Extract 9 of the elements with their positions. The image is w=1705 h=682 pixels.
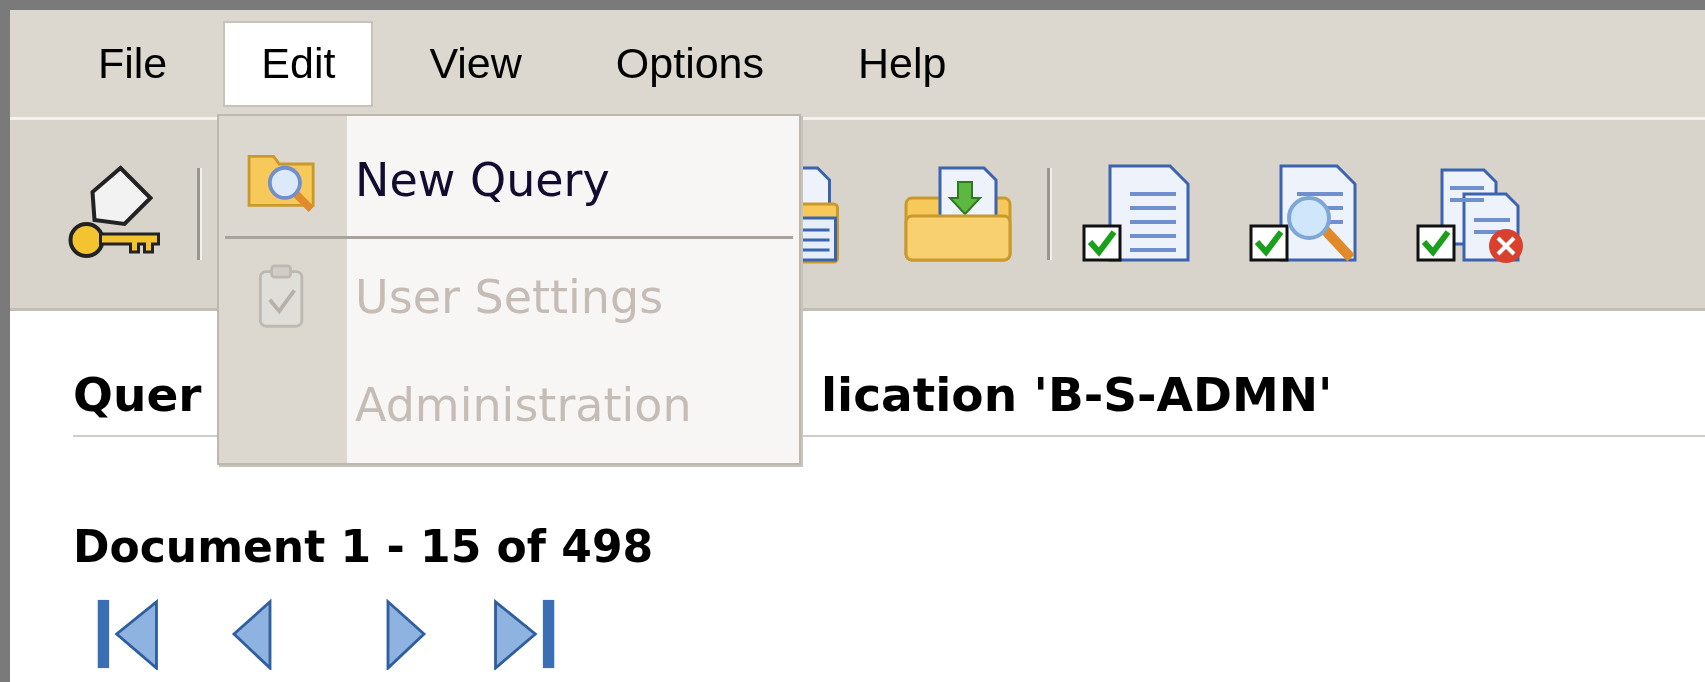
menu-item[interactable]: View: [391, 20, 560, 107]
document-range: Document 1 - 15 of 498: [73, 521, 655, 572]
page-title: lication 'B-S-ADMN': [821, 366, 1333, 422]
page-title: Quer: [73, 366, 202, 422]
menu-item[interactable]: File: [60, 20, 206, 107]
menu-item[interactable]: Help: [820, 20, 985, 107]
menu-item[interactable]: Options: [577, 20, 803, 107]
menu-item[interactable]: New Query: [219, 126, 799, 234]
menu-item[interactable]: Edit: [223, 20, 374, 107]
